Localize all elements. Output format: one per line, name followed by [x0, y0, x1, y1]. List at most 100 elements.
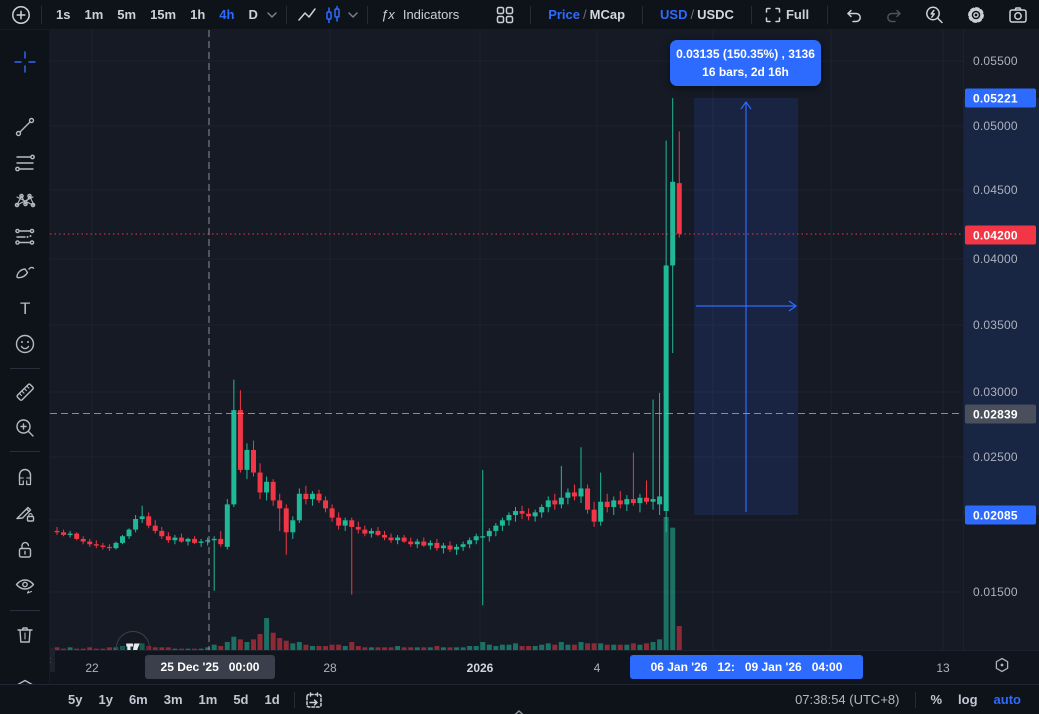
text-tool[interactable]: T: [7, 292, 43, 324]
time-tick: 13: [936, 661, 949, 675]
forecast-tool[interactable]: [7, 221, 43, 253]
indicators-button[interactable]: ƒx Indicators: [375, 3, 466, 27]
timeframe-5m[interactable]: 5m: [110, 3, 143, 27]
crosshair-time-label: 25 Dec '25 00:00: [145, 655, 275, 679]
xabcd-pattern-tool[interactable]: [7, 184, 43, 216]
range-1m[interactable]: 1m: [191, 689, 226, 711]
redo-icon[interactable]: [881, 3, 907, 27]
brush-tool[interactable]: [7, 256, 43, 288]
sidebar-divider: [10, 368, 40, 369]
toolbar-divider: [751, 6, 752, 24]
time-tick: 4: [594, 661, 601, 675]
price-tick: 0.03000: [964, 385, 1039, 399]
chart-plot-area[interactable]: [50, 30, 963, 650]
last-price-label: 0.04200: [965, 226, 1036, 245]
range-6m[interactable]: 6m: [121, 689, 156, 711]
measure-range-time-label: 06 Jan '26 12: 09 Jan '26 04:00: [630, 655, 863, 679]
zoom-in-tool[interactable]: [7, 412, 43, 444]
hide-all-drawings[interactable]: [7, 570, 43, 602]
price-axis[interactable]: 0.055000.050000.045000.040000.035000.030…: [963, 30, 1039, 650]
price-tick: 0.05000: [964, 119, 1039, 133]
drawing-toolbar: T: [0, 30, 50, 714]
gear-icon[interactable]: [963, 3, 989, 27]
price-tick: 0.01500: [964, 585, 1039, 599]
crosshair-tool[interactable]: [7, 46, 43, 78]
measure-low-price-label: 0.02085: [965, 506, 1036, 525]
toolbar-divider: [530, 6, 531, 24]
timeframe-1d[interactable]: D: [241, 3, 264, 27]
mcap-option[interactable]: MCap: [590, 7, 625, 22]
toolbar-divider: [827, 6, 828, 24]
emoji-tool[interactable]: [7, 328, 43, 360]
measure-tooltip: 0.03135 (150.35%) , 3136 16 bars, 2d 16h: [670, 40, 821, 86]
percent-scale-toggle[interactable]: %: [922, 689, 950, 711]
timeframe-4h-active[interactable]: 4h: [212, 3, 241, 27]
price-tick: 0.04500: [964, 183, 1039, 197]
fx-icon: ƒx: [375, 3, 401, 27]
svg-text:ƒx: ƒx: [381, 7, 395, 22]
timeframe-1m[interactable]: 1m: [77, 3, 110, 27]
measure-high-price-label: 0.05221: [965, 89, 1036, 108]
range-3m[interactable]: 3m: [156, 689, 191, 711]
go-to-date-icon[interactable]: [301, 688, 327, 712]
chevron-up-icon[interactable]: [511, 704, 527, 714]
clock-timezone[interactable]: 07:38:54 (UTC+8): [795, 692, 899, 707]
candlestick-chart[interactable]: [50, 30, 963, 650]
timeframe-15m[interactable]: 15m: [143, 3, 183, 27]
range-5d[interactable]: 5d: [225, 689, 256, 711]
measure-change-text: 0.03135 (150.35%) , 3136: [676, 45, 815, 63]
sidebar-divider: [10, 610, 40, 611]
top-toolbar: 1s 1m 5m 15m 1h 4h D ƒx Indicators: [0, 0, 1039, 30]
undo-icon[interactable]: [841, 3, 867, 27]
layout-grid-icon[interactable]: [492, 3, 518, 27]
auto-scale-toggle[interactable]: auto: [986, 689, 1029, 711]
trend-line-tool[interactable]: [7, 111, 43, 143]
fullscreen-button[interactable]: Full: [759, 3, 820, 27]
toolbar-divider: [286, 6, 287, 24]
usd-option[interactable]: USD: [660, 7, 687, 22]
chevron-down-icon[interactable]: [346, 3, 360, 27]
toolbar-divider: [642, 6, 643, 24]
hexagon-settings-icon[interactable]: [993, 656, 1011, 679]
time-tick: 28: [323, 661, 336, 675]
timeframe-1s[interactable]: 1s: [49, 3, 77, 27]
usdc-option[interactable]: USDC: [697, 7, 734, 22]
log-scale-toggle[interactable]: log: [950, 689, 986, 711]
toolbar-divider: [367, 6, 368, 24]
quick-search-icon[interactable]: [921, 3, 947, 27]
price-tick: 0.05500: [964, 54, 1039, 68]
lock-all-drawings[interactable]: [7, 534, 43, 566]
candlestick-icon[interactable]: [320, 3, 346, 27]
plus-circle-icon[interactable]: [8, 3, 34, 27]
price-tick: 0.04000: [964, 252, 1039, 266]
fib-retracement-tool[interactable]: [7, 147, 43, 179]
timeframe-group: 1s 1m 5m 15m 1h 4h D: [49, 3, 279, 27]
camera-icon[interactable]: [1005, 3, 1031, 27]
price-option[interactable]: Price: [548, 7, 580, 22]
price-mcap-toggle[interactable]: Price/MCap: [538, 3, 635, 27]
timeframe-1h[interactable]: 1h: [183, 3, 212, 27]
stay-in-drawing-mode[interactable]: [7, 498, 43, 530]
line-chart-icon[interactable]: [294, 3, 320, 27]
time-axis[interactable]: 2228202641325 Dec '25 00:0006 Jan '26 12…: [0, 650, 1039, 684]
range-1d[interactable]: 1d: [257, 689, 288, 711]
crosshair-price-label: 0.02839: [965, 405, 1036, 424]
range-5y[interactable]: 5y: [60, 689, 90, 711]
chevron-down-icon[interactable]: [265, 3, 279, 27]
svg-text:T: T: [20, 299, 30, 318]
price-tick: 0.02500: [964, 450, 1039, 464]
time-tick: 2026: [467, 661, 494, 675]
sidebar-divider: [10, 451, 40, 452]
range-1y[interactable]: 1y: [90, 689, 120, 711]
indicators-label: Indicators: [401, 3, 466, 27]
remove-drawings[interactable]: [7, 619, 43, 651]
bottombar-right-group: 07:38:54 (UTC+8) % log auto: [795, 689, 1029, 711]
trading-chart-app: 1s 1m 5m 15m 1h 4h D ƒx Indicators: [0, 0, 1039, 714]
measure-bars-text: 16 bars, 2d 16h: [702, 63, 789, 81]
ruler-measure-tool[interactable]: [7, 376, 43, 408]
currency-toggle[interactable]: USD/USDC: [650, 3, 744, 27]
toolbar-divider: [41, 6, 42, 24]
topbar-right-group: [921, 3, 1031, 27]
full-label: Full: [783, 3, 816, 27]
magnet-mode[interactable]: [7, 462, 43, 494]
